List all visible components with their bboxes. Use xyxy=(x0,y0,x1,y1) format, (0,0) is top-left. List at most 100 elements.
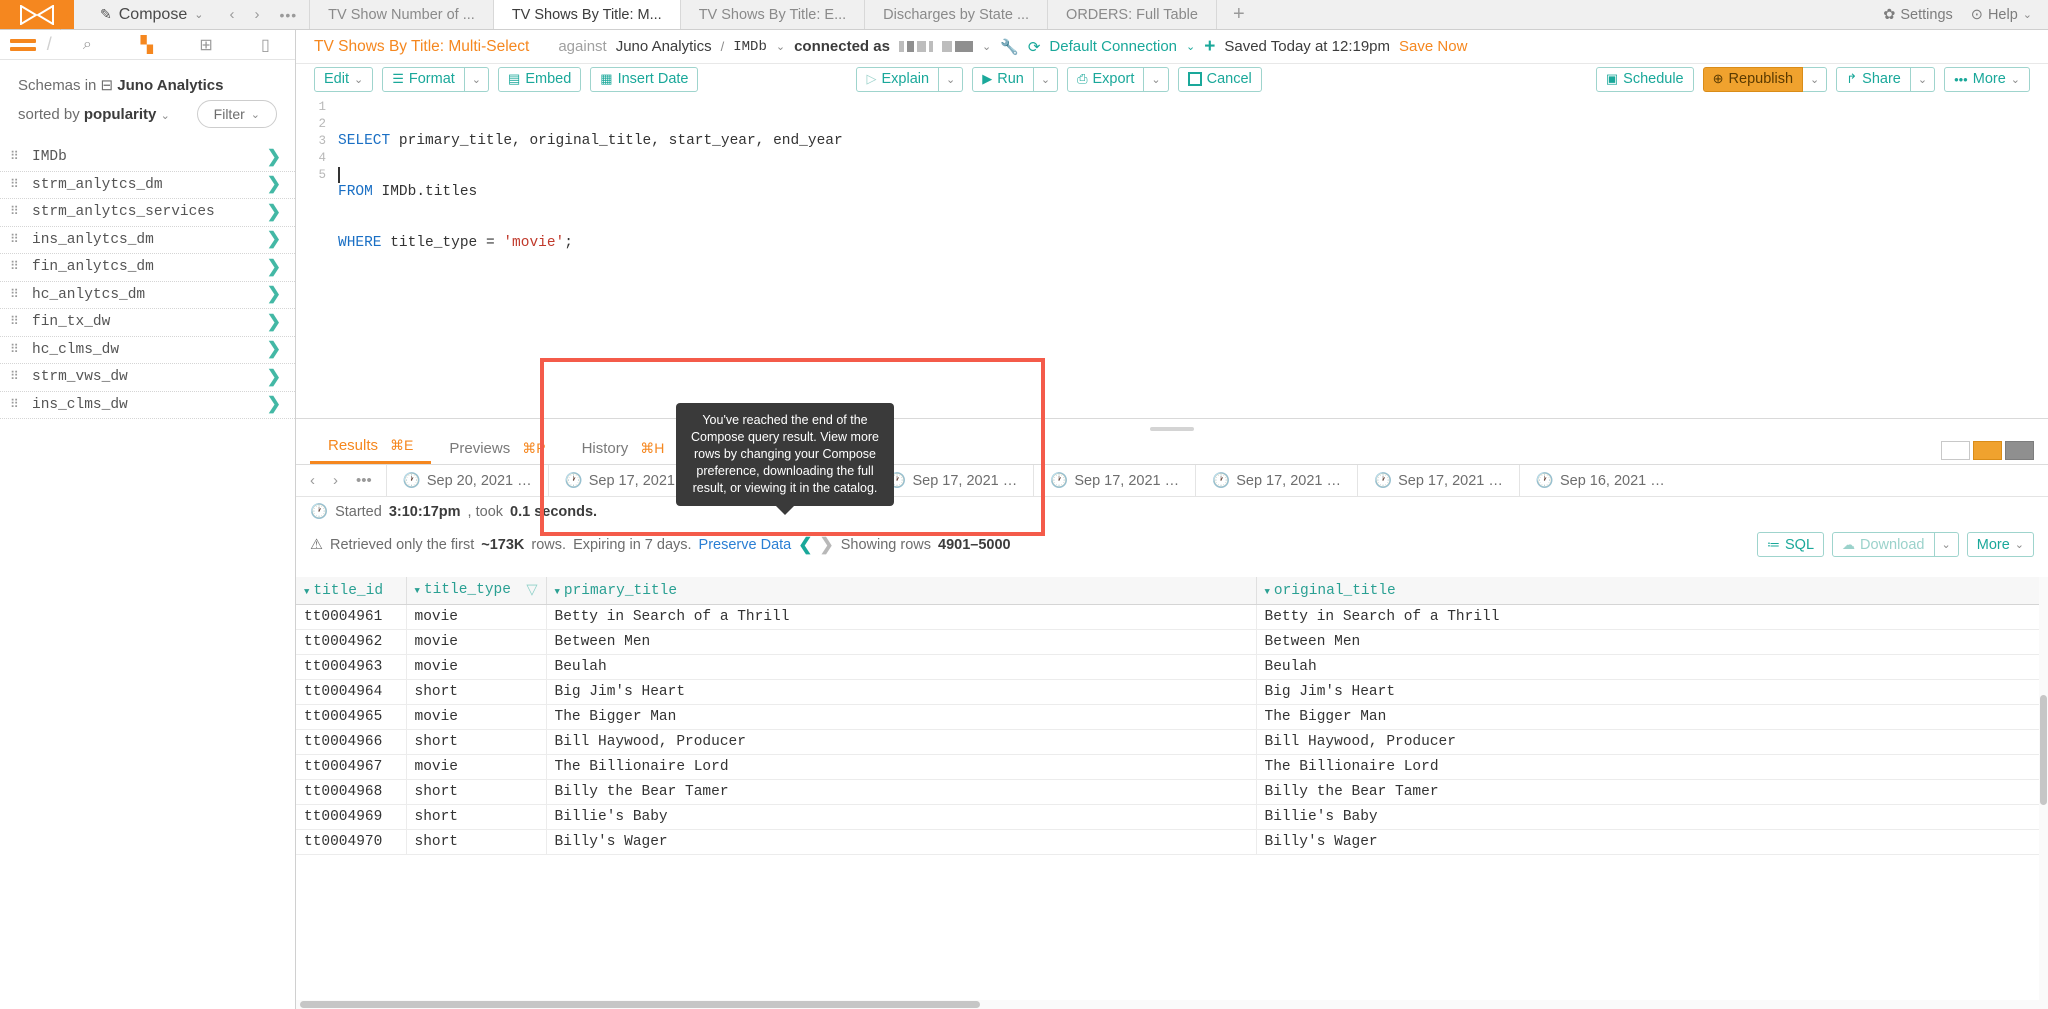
back-icon[interactable]: ‹ xyxy=(229,6,234,23)
new-tab-button[interactable]: + xyxy=(1217,0,1261,29)
table-row[interactable]: tt0004965 movie The Bigger Man The Bigge… xyxy=(296,704,2048,730)
table-row[interactable]: tt0004963 movie Beulah Beulah xyxy=(296,654,2048,680)
column-header-title-id[interactable]: ▼ title_id xyxy=(296,577,407,605)
ellipsis-icon[interactable]: ••• xyxy=(279,7,297,23)
table-row[interactable]: tt0004964 short Big Jim's Heart Big Jim'… xyxy=(296,679,2048,705)
hamburger-icon[interactable] xyxy=(0,38,47,51)
results-more-button[interactable]: More ⌄ xyxy=(1966,532,2034,557)
tab-3[interactable]: Discharges by State ... xyxy=(865,0,1049,29)
connection-label[interactable]: Default Connection xyxy=(1049,38,1177,55)
history-more-button[interactable]: ••• xyxy=(356,472,372,489)
export-button[interactable]: ⎙ Export xyxy=(1067,66,1145,92)
sql-button[interactable]: ≔ SQL xyxy=(1757,532,1825,557)
download-button[interactable]: ☁ Download xyxy=(1832,532,1935,557)
tab-results[interactable]: Results ⌘E xyxy=(310,437,432,464)
filter-funnel-icon[interactable]: ▽ xyxy=(526,582,537,599)
history-item-7[interactable]: 🕐 Sep 16, 2021 … xyxy=(1518,465,1681,496)
grid-view-toggle[interactable] xyxy=(2005,441,2034,460)
compose-menu[interactable]: ✎ Compose ⌄ xyxy=(74,0,217,29)
vertical-scrollbar[interactable] xyxy=(2039,577,2048,1009)
database-name[interactable]: IMDb xyxy=(733,39,767,55)
save-now-button[interactable]: Save Now xyxy=(1399,38,1467,55)
wrench-icon[interactable]: 🔧 xyxy=(1000,38,1019,56)
table-row[interactable]: tt0004962 movie Between Men Between Men xyxy=(296,629,2048,655)
cancel-button[interactable]: Cancel xyxy=(1177,66,1262,92)
schema-grid-icon[interactable]: ▚ xyxy=(117,35,176,55)
tab-1[interactable]: TV Shows By Title: M... xyxy=(493,0,681,29)
table-row[interactable]: tt0004968 short Billy the Bear Tamer Bil… xyxy=(296,779,2048,805)
embed-button[interactable]: ▤ Embed xyxy=(498,66,582,92)
chevron-right-icon[interactable]: ❯ xyxy=(267,257,281,278)
chart-view-toggle[interactable] xyxy=(1973,441,2002,460)
chevron-right-icon[interactable]: ❯ xyxy=(267,202,281,223)
column-icon[interactable]: ▯ xyxy=(236,35,295,55)
schema-item-0[interactable]: ⠿ IMDb ❯ xyxy=(0,144,295,172)
chevron-down-icon[interactable]: ⌄ xyxy=(1186,40,1195,53)
sql-code-area[interactable]: SELECT primary_title, original_title, st… xyxy=(338,99,843,286)
insert-date-button[interactable]: ▦ Insert Date xyxy=(590,66,699,92)
history-item-6[interactable]: 🕐 Sep 17, 2021 … xyxy=(1357,465,1519,496)
tab-4[interactable]: ORDERS: Full Table xyxy=(1048,0,1217,29)
panel-resize-handle[interactable] xyxy=(1150,427,1194,431)
scrollbar-thumb[interactable] xyxy=(300,1001,980,1008)
table-row[interactable]: tt0004967 movie The Billionaire Lord The… xyxy=(296,754,2048,780)
more-button[interactable]: ••• More ⌄ xyxy=(1944,66,2030,92)
explain-button[interactable]: ▷ Explain xyxy=(856,66,940,92)
chevron-right-icon[interactable]: ❯ xyxy=(267,284,281,305)
table-icon[interactable]: ⊞ xyxy=(176,35,235,55)
chevron-down-icon[interactable]: ⌄ xyxy=(982,40,991,53)
forward-icon[interactable]: › xyxy=(254,6,259,23)
chevron-right-icon[interactable]: ❯ xyxy=(267,367,281,388)
republish-button[interactable]: ⊕ Republish xyxy=(1702,66,1804,92)
chevron-down-icon[interactable]: ⌄ xyxy=(776,40,785,53)
pager-next-button[interactable]: ❯ xyxy=(819,535,833,555)
column-header-original-title[interactable]: ▼ original_title xyxy=(1256,577,2048,605)
tab-0[interactable]: TV Show Number of ... xyxy=(309,0,494,29)
history-prev-button[interactable]: ‹ xyxy=(310,472,315,489)
format-button[interactable]: ☰ Format xyxy=(382,66,465,92)
settings-button[interactable]: ✿ Settings xyxy=(1883,7,1953,23)
pager-prev-button[interactable]: ❮ xyxy=(798,535,812,555)
export-dropdown-button[interactable]: ⌄ xyxy=(1144,66,1169,92)
schema-item-1[interactable]: ⠿ strm_anlytcs_dm ❯ xyxy=(0,172,295,199)
table-row[interactable]: tt0004961 movie Betty in Search of a Thr… xyxy=(296,604,2048,630)
table-view-toggle[interactable] xyxy=(1941,441,1970,460)
schema-item-6[interactable]: ⠿ fin_tx_dw ❯ xyxy=(0,309,295,337)
run-button[interactable]: ▶ Run xyxy=(972,66,1034,92)
history-item-4[interactable]: 🕐 Sep 17, 2021 … xyxy=(1033,465,1195,496)
table-row[interactable]: tt0004970 short Billy's Wager Billy's Wa… xyxy=(296,829,2048,855)
sort-value[interactable]: popularity xyxy=(84,106,157,123)
chevron-right-icon[interactable]: ❯ xyxy=(267,174,281,195)
schema-item-5[interactable]: ⠿ hc_anlytcs_dm ❯ xyxy=(0,282,295,309)
schedule-button[interactable]: ▣ Schedule xyxy=(1595,66,1694,92)
chevron-right-icon[interactable]: ❯ xyxy=(267,147,281,168)
filter-button[interactable]: Filter ⌄ xyxy=(196,100,277,128)
refresh-icon[interactable]: ⟳ xyxy=(1028,38,1041,56)
schema-item-9[interactable]: ⠿ ins_clms_dw ❯ xyxy=(0,392,295,419)
chevron-right-icon[interactable]: ❯ xyxy=(267,312,281,333)
schema-item-2[interactable]: ⠿ strm_anlytcs_services ❯ xyxy=(0,199,295,227)
chevron-right-icon[interactable]: ❯ xyxy=(267,339,281,360)
results-table-wrapper[interactable]: ▼ title_id ▼ title_type ▽ ▼ primary_title ▼… xyxy=(296,577,2048,1009)
help-button[interactable]: ⊙ Help ⌄ xyxy=(1971,7,2032,23)
chevron-right-icon[interactable]: ❯ xyxy=(267,229,281,250)
history-item-5[interactable]: 🕐 Sep 17, 2021 … xyxy=(1195,465,1357,496)
tab-2[interactable]: TV Shows By Title: E... xyxy=(680,0,866,29)
share-button[interactable]: ↱ Share xyxy=(1836,66,1911,92)
share-dropdown-button[interactable]: ⌄ xyxy=(1910,66,1936,92)
schema-item-4[interactable]: ⠿ fin_anlytcs_dm ❯ xyxy=(0,254,295,282)
scrollbar-thumb[interactable] xyxy=(2040,695,2047,805)
column-header-title-type[interactable]: ▼ title_type ▽ xyxy=(406,577,547,605)
history-next-button[interactable]: › xyxy=(333,472,338,489)
column-header-primary-title[interactable]: ▼ primary_title xyxy=(546,577,1257,605)
app-logo[interactable] xyxy=(0,0,74,30)
search-icon[interactable]: ⌕ xyxy=(58,36,117,54)
republish-dropdown-button[interactable]: ⌄ xyxy=(1803,66,1828,92)
edit-button[interactable]: Edit ⌄ xyxy=(314,66,374,92)
add-connection-button[interactable]: + xyxy=(1204,36,1215,58)
schema-item-3[interactable]: ⠿ ins_anlytcs_dm ❯ xyxy=(0,227,295,254)
chevron-right-icon[interactable]: ❯ xyxy=(267,394,281,415)
preserve-data-link[interactable]: Preserve Data xyxy=(699,537,792,553)
table-row[interactable]: tt0004966 short Bill Haywood, Producer B… xyxy=(296,729,2048,755)
format-dropdown-button[interactable]: ⌄ xyxy=(464,66,490,92)
